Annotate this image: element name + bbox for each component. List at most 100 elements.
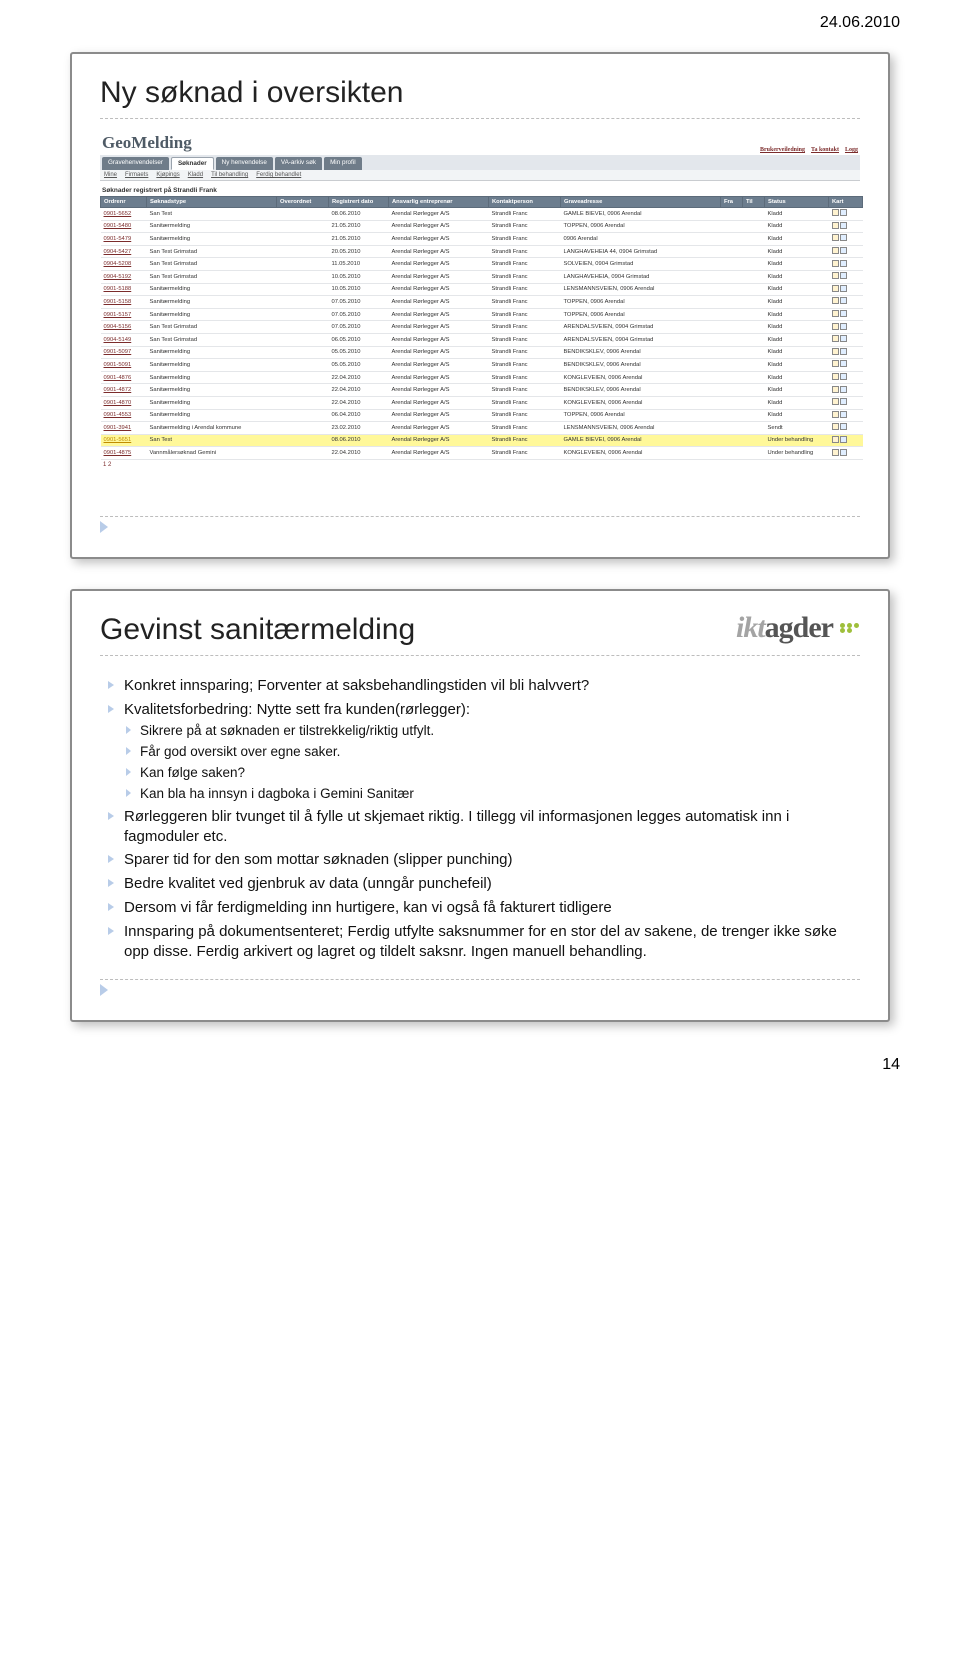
table-row[interactable]: 0901-4870Sanitærmelding22.04.2010Arendal…: [101, 396, 863, 409]
doc-icon[interactable]: [832, 310, 839, 317]
nav-arrow-icon[interactable]: [100, 521, 108, 533]
map-icon[interactable]: [840, 398, 847, 405]
table-row[interactable]: 0901-3941Sanitærmelding i Arendal kommun…: [101, 422, 863, 435]
doc-icon[interactable]: [832, 449, 839, 456]
table-row[interactable]: 0901-5158Sanitærmelding07.05.2010Arendal…: [101, 296, 863, 309]
order-link[interactable]: 0904-5427: [101, 245, 147, 258]
order-link[interactable]: 0901-5158: [101, 296, 147, 309]
table-row[interactable]: 0904-5208San Test Grimstad11.05.2010Aren…: [101, 258, 863, 271]
sub-tab[interactable]: Mine: [104, 172, 117, 178]
pager[interactable]: 1 2: [100, 460, 860, 470]
table-row[interactable]: 0901-5188Sanitærmelding10.05.2010Arendal…: [101, 283, 863, 296]
column-header[interactable]: Status: [765, 197, 829, 208]
map-icon[interactable]: [840, 323, 847, 330]
map-icon[interactable]: [840, 436, 847, 443]
order-link[interactable]: 0901-5097: [101, 346, 147, 359]
main-tab[interactable]: VA-arkiv søk: [275, 157, 322, 170]
doc-icon[interactable]: [832, 335, 839, 342]
doc-icon[interactable]: [832, 285, 839, 292]
table-row[interactable]: 0901-4876Sanitærmelding22.04.2010Arendal…: [101, 371, 863, 384]
doc-icon[interactable]: [832, 423, 839, 430]
doc-icon[interactable]: [832, 247, 839, 254]
order-link[interactable]: 0901-5188: [101, 283, 147, 296]
main-tab[interactable]: Ny henvendelse: [216, 157, 273, 170]
column-header[interactable]: Kontaktperson: [489, 197, 561, 208]
order-link[interactable]: 0904-5156: [101, 321, 147, 334]
sub-tab[interactable]: Firmaets: [125, 172, 148, 178]
map-icon[interactable]: [840, 272, 847, 279]
table-row[interactable]: 0901-5479Sanitærmelding21.05.2010Arendal…: [101, 233, 863, 246]
doc-icon[interactable]: [832, 260, 839, 267]
top-link[interactable]: Logg: [845, 147, 858, 153]
map-icon[interactable]: [840, 386, 847, 393]
order-link[interactable]: 0901-5157: [101, 308, 147, 321]
map-icon[interactable]: [840, 373, 847, 380]
table-row[interactable]: 0901-5091Sanitærmelding05.05.2010Arendal…: [101, 359, 863, 372]
map-icon[interactable]: [840, 285, 847, 292]
column-header[interactable]: Fra: [721, 197, 743, 208]
doc-icon[interactable]: [832, 348, 839, 355]
table-row[interactable]: 0904-5427San Test Grimstad20.05.2010Aren…: [101, 245, 863, 258]
map-icon[interactable]: [840, 423, 847, 430]
map-icon[interactable]: [840, 260, 847, 267]
table-row[interactable]: 0901-4553Sanitærmelding06.04.2010Arendal…: [101, 409, 863, 422]
order-link[interactable]: 0901-4872: [101, 384, 147, 397]
doc-icon[interactable]: [832, 323, 839, 330]
map-icon[interactable]: [840, 209, 847, 216]
column-header[interactable]: Til: [743, 197, 765, 208]
map-icon[interactable]: [840, 297, 847, 304]
order-link[interactable]: 0904-5208: [101, 258, 147, 271]
top-link[interactable]: Brukerveiledning: [760, 147, 805, 153]
doc-icon[interactable]: [832, 297, 839, 304]
sub-tab[interactable]: Kjøpings: [156, 172, 179, 178]
order-link[interactable]: 0901-5480: [101, 220, 147, 233]
order-link[interactable]: 0901-4876: [101, 371, 147, 384]
column-header[interactable]: Ansvarlig entreprenør: [389, 197, 489, 208]
map-icon[interactable]: [840, 234, 847, 241]
doc-icon[interactable]: [832, 234, 839, 241]
map-icon[interactable]: [840, 348, 847, 355]
map-icon[interactable]: [840, 310, 847, 317]
map-icon[interactable]: [840, 222, 847, 229]
order-link[interactable]: 0901-5652: [101, 208, 147, 221]
map-icon[interactable]: [840, 411, 847, 418]
doc-icon[interactable]: [832, 373, 839, 380]
top-link[interactable]: Ta kontakt: [811, 147, 839, 153]
sub-tab[interactable]: Kladd: [188, 172, 203, 178]
doc-icon[interactable]: [832, 436, 839, 443]
order-link[interactable]: 0901-4553: [101, 409, 147, 422]
order-link[interactable]: 0904-5192: [101, 270, 147, 283]
map-icon[interactable]: [840, 335, 847, 342]
table-row[interactable]: 0904-5156San Test Grimstad07.05.2010Aren…: [101, 321, 863, 334]
doc-icon[interactable]: [832, 386, 839, 393]
column-header[interactable]: Graveadresse: [561, 197, 721, 208]
column-header[interactable]: Overordnet: [277, 197, 329, 208]
table-row[interactable]: 0901-4875Vannmålersøknad Gemini22.04.201…: [101, 447, 863, 460]
table-row[interactable]: 0901-5157Sanitærmelding07.05.2010Arendal…: [101, 308, 863, 321]
doc-icon[interactable]: [832, 360, 839, 367]
table-row[interactable]: 0901-5651San Test08.06.2010Arendal Rørle…: [101, 434, 863, 447]
table-row[interactable]: 0901-5480Sanitærmelding21.05.2010Arendal…: [101, 220, 863, 233]
doc-icon[interactable]: [832, 209, 839, 216]
map-icon[interactable]: [840, 360, 847, 367]
table-row[interactable]: 0901-5097Sanitærmelding05.05.2010Arendal…: [101, 346, 863, 359]
order-link[interactable]: 0901-3941: [101, 422, 147, 435]
order-link[interactable]: 0901-5091: [101, 359, 147, 372]
column-header[interactable]: Registrert dato: [329, 197, 389, 208]
table-row[interactable]: 0904-5149San Test Grimstad06.05.2010Aren…: [101, 333, 863, 346]
main-tab[interactable]: Gravehenvendelser: [102, 157, 169, 170]
sub-tab[interactable]: Til behandling: [211, 172, 248, 178]
column-header[interactable]: Ordrenr: [101, 197, 147, 208]
main-tab[interactable]: Søknader: [171, 157, 214, 170]
order-link[interactable]: 0904-5149: [101, 333, 147, 346]
table-row[interactable]: 0901-4872Sanitærmelding22.04.2010Arendal…: [101, 384, 863, 397]
doc-icon[interactable]: [832, 272, 839, 279]
map-icon[interactable]: [840, 247, 847, 254]
order-link[interactable]: 0901-5479: [101, 233, 147, 246]
doc-icon[interactable]: [832, 411, 839, 418]
sub-tab[interactable]: Ferdig behandlet: [256, 172, 301, 178]
order-link[interactable]: 0901-5651: [101, 434, 147, 447]
doc-icon[interactable]: [832, 222, 839, 229]
main-tab[interactable]: Min profil: [324, 157, 362, 170]
column-header[interactable]: Søknadstype: [147, 197, 277, 208]
